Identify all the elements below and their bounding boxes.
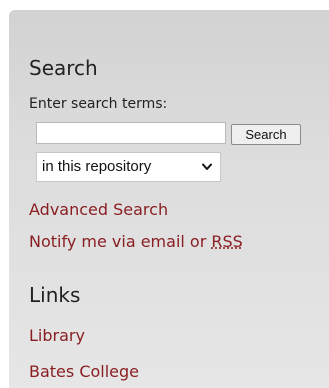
library-link[interactable]: Library — [29, 326, 85, 345]
bates-college-link[interactable]: Bates College — [29, 362, 139, 381]
search-input[interactable] — [36, 122, 226, 144]
advanced-search-link[interactable]: Advanced Search — [29, 200, 168, 219]
notify-rss-link[interactable]: Notify me via email or RSS — [29, 232, 243, 251]
search-heading: Search — [29, 56, 98, 80]
search-button[interactable]: Search — [231, 124, 301, 145]
search-terms-label: Enter search terms: — [29, 96, 168, 112]
links-heading: Links — [29, 283, 81, 307]
rss-abbr: RSS — [211, 232, 243, 251]
search-scope-value: in this repository — [42, 158, 152, 175]
chevron-down-icon — [202, 163, 212, 170]
notify-text: Notify me via email or — [29, 232, 212, 251]
search-scope-select[interactable]: in this repository — [36, 152, 221, 182]
sidebar-panel: Search Enter search terms: Search in thi… — [9, 10, 329, 388]
